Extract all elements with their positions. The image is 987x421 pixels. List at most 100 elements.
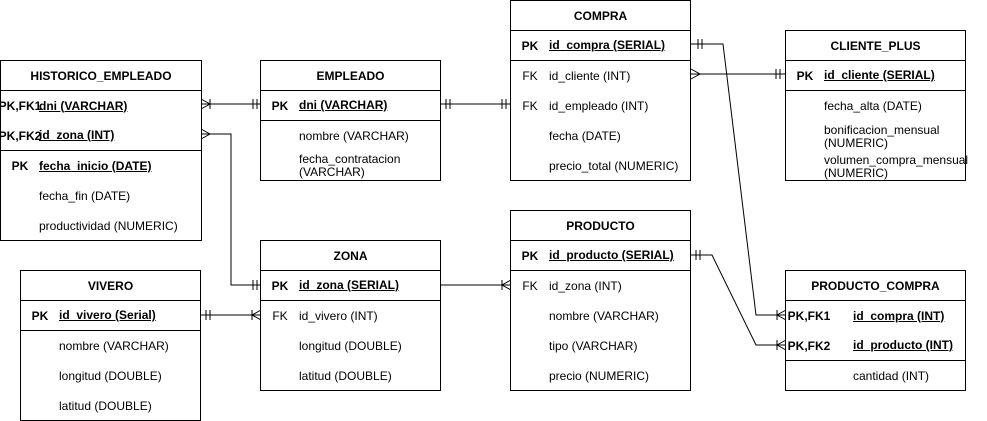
field-name: id_producto (INT) bbox=[853, 338, 953, 352]
field-name: longitud (DOUBLE) bbox=[299, 338, 402, 353]
field-row: cantidad (INT) bbox=[786, 361, 965, 391]
field-row: longitud (DOUBLE) bbox=[261, 331, 440, 361]
key-label bbox=[21, 361, 59, 391]
field-name: id_vivero (Serial) bbox=[59, 308, 156, 322]
field-name: latitud (DOUBLE) bbox=[299, 368, 392, 383]
field-row: PK fecha_inicio (DATE) bbox=[1, 151, 201, 181]
relation-zona-producto bbox=[441, 279, 512, 291]
field-name: nombre (VARCHAR) bbox=[299, 128, 409, 143]
relation-vivero-zona bbox=[201, 309, 262, 321]
key-label: PK,FK2 bbox=[787, 338, 831, 353]
field-row: nombre (VARCHAR) bbox=[21, 331, 200, 361]
field-name: volumen_compra_mensual (NUMERIC) bbox=[824, 152, 969, 180]
key-label bbox=[21, 391, 59, 421]
field-row: tipo (VARCHAR) bbox=[511, 331, 690, 361]
field-row: PK id_zona (SERIAL) bbox=[261, 271, 440, 301]
key-label: FK bbox=[522, 69, 538, 83]
field-row: longitud (DOUBLE) bbox=[21, 361, 200, 391]
field-row: PK,FK2 id_zona (INT) bbox=[0, 121, 201, 151]
entity-producto-compra[interactable]: PRODUCTO_COMPRA PK,FK1 id_compra (INT) P… bbox=[785, 270, 966, 391]
entity-cliente-plus[interactable]: CLIENTE_PLUS PK id_cliente (SERIAL) fech… bbox=[785, 30, 969, 181]
entity-title: EMPLEADO bbox=[261, 61, 440, 91]
field-row: precio_total (NUMERIC) bbox=[511, 151, 690, 181]
key-label bbox=[511, 361, 549, 391]
key-label: PK bbox=[796, 68, 814, 83]
field-row: PK dni (VARCHAR) bbox=[261, 91, 440, 121]
field-name: id_cliente (INT) bbox=[549, 68, 631, 83]
entity-producto[interactable]: PRODUCTO PK id_producto (SERIAL) FK id_z… bbox=[510, 210, 691, 391]
field-name: dni (VARCHAR) bbox=[299, 98, 388, 112]
entity-title: CLIENTE_PLUS bbox=[786, 31, 965, 61]
relation-historico-zona bbox=[200, 128, 261, 290]
field-row: latitud (DOUBLE) bbox=[261, 361, 440, 391]
entity-zona[interactable]: ZONA PK id_zona (SERIAL) FK id_vivero (I… bbox=[260, 240, 441, 391]
field-row: productividad (NUMERIC) bbox=[1, 211, 201, 241]
key-label bbox=[511, 301, 549, 331]
field-name: longitud (DOUBLE) bbox=[59, 368, 162, 383]
key-label bbox=[261, 121, 299, 151]
key-label bbox=[21, 331, 59, 361]
key-label: PK,FK1 bbox=[787, 309, 831, 323]
field-name: id_vivero (INT) bbox=[299, 308, 378, 323]
relation-empleado-compra bbox=[441, 99, 511, 109]
field-row: FK id_empleado (INT) bbox=[511, 91, 690, 121]
entity-title: PRODUCTO_COMPRA bbox=[786, 271, 965, 301]
key-label bbox=[786, 121, 824, 153]
field-name: tipo (VARCHAR) bbox=[549, 338, 638, 353]
key-label bbox=[786, 91, 824, 121]
relation-compra-cliente bbox=[690, 68, 786, 80]
entity-compra[interactable]: COMPRA PK id_compra (SERIAL) FK id_clien… bbox=[510, 0, 691, 181]
key-label: PK,FK2 bbox=[0, 128, 42, 143]
entity-title: HISTORICO_EMPLEADO bbox=[1, 61, 201, 91]
field-row: PK id_compra (SERIAL) bbox=[511, 31, 690, 61]
field-name: precio_total (NUMERIC) bbox=[549, 158, 679, 173]
field-row: nombre (VARCHAR) bbox=[261, 121, 440, 151]
field-name: cantidad (INT) bbox=[853, 368, 930, 383]
field-name: id_zona (INT) bbox=[549, 278, 622, 293]
entity-title: VIVERO bbox=[21, 271, 200, 301]
field-name: fecha_alta (DATE) bbox=[824, 98, 922, 113]
field-name: id_cliente (SERIAL) bbox=[824, 68, 935, 82]
relation-producto-producto-compra bbox=[691, 250, 787, 351]
field-row: PK,FK2 id_producto (INT) bbox=[786, 331, 965, 361]
entity-historico-empleado[interactable]: HISTORICO_EMPLEADO PK,FK1 dni (VARCHAR) … bbox=[0, 60, 202, 241]
key-label bbox=[1, 181, 39, 211]
key-label bbox=[786, 361, 832, 391]
field-row: PK,FK1 dni (VARCHAR) bbox=[0, 91, 201, 121]
key-label bbox=[261, 151, 299, 181]
entity-title: ZONA bbox=[261, 241, 440, 271]
key-label: PK bbox=[31, 308, 49, 323]
key-label bbox=[511, 151, 549, 181]
field-row: PK,FK1 id_compra (INT) bbox=[786, 301, 965, 331]
key-label: FK bbox=[522, 99, 538, 113]
field-name: id_producto (SERIAL) bbox=[549, 248, 674, 262]
field-row: PK id_cliente (SERIAL) bbox=[786, 61, 965, 91]
field-row: fecha_fin (DATE) bbox=[1, 181, 201, 211]
field-row: FK id_zona (INT) bbox=[511, 271, 690, 301]
key-label: PK bbox=[271, 98, 289, 113]
field-row: FK id_cliente (INT) bbox=[511, 61, 690, 91]
entity-title: COMPRA bbox=[511, 1, 690, 31]
key-label bbox=[1, 211, 39, 241]
field-row: PK id_producto (SERIAL) bbox=[511, 241, 690, 271]
field-row: bonificacion_mensual (NUMERIC) bbox=[786, 121, 965, 153]
key-label: PK bbox=[271, 278, 289, 293]
field-name: id_zona (INT) bbox=[39, 128, 115, 142]
field-row: precio (NUMERIC) bbox=[511, 361, 690, 391]
field-name: dni (VARCHAR) bbox=[39, 98, 128, 113]
key-label bbox=[261, 361, 299, 391]
entity-empleado[interactable]: EMPLEADO PK dni (VARCHAR) nombre (VARCHA… bbox=[260, 60, 441, 181]
field-name: precio (NUMERIC) bbox=[549, 368, 650, 383]
key-label: FK bbox=[522, 279, 538, 293]
field-name: fecha_contratacion (VARCHAR) bbox=[299, 152, 401, 179]
field-row: nombre (VARCHAR) bbox=[511, 301, 690, 331]
field-row: PK id_vivero (Serial) bbox=[21, 301, 200, 331]
entity-vivero[interactable]: VIVERO PK id_vivero (Serial) nombre (VAR… bbox=[20, 270, 201, 421]
field-name: id_compra (SERIAL) bbox=[549, 38, 666, 52]
field-row: fecha_contratacion (VARCHAR) bbox=[261, 151, 440, 181]
relation-compra-producto-compra bbox=[691, 39, 787, 321]
field-row: fecha_alta (DATE) bbox=[786, 91, 965, 121]
key-label: PK bbox=[11, 159, 29, 173]
field-row: FK id_vivero (INT) bbox=[261, 301, 440, 331]
field-row: volumen_compra_mensual (NUMERIC) bbox=[786, 152, 969, 180]
